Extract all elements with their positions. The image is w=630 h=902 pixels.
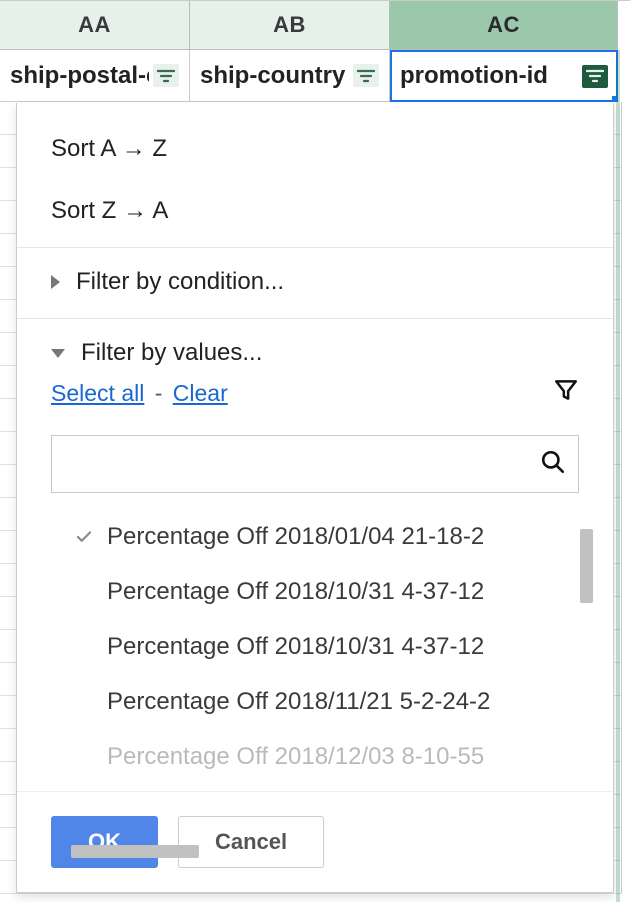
filter-value-label: Percentage Off 2018/10/31 4-37-12 — [107, 578, 484, 606]
filter-value-item[interactable]: Percentage Off 2018/11/21 5-2-24-2 — [71, 674, 593, 729]
vertical-scrollbar-thumb[interactable] — [580, 529, 593, 603]
filter-icon[interactable] — [353, 64, 379, 87]
column-header-ab[interactable]: AB — [190, 1, 390, 50]
sort-asc[interactable]: Sort A → Z — [51, 121, 593, 183]
filter-value-label: Percentage Off 2018/01/04 21-18-2 — [107, 523, 484, 551]
funnel-icon[interactable] — [553, 377, 579, 409]
filter-values-label: Filter by values... — [81, 339, 262, 367]
checkmark-icon — [71, 528, 97, 546]
filter-icon[interactable] — [153, 64, 179, 87]
filter-value-item[interactable]: Percentage Off 2018/10/31 4-37-12 — [71, 564, 593, 619]
filter-value-label: Percentage Off 2018/10/31 4-37-12 — [107, 633, 484, 661]
filter-value-label: Percentage Off 2018/12/03 8-10-55 — [107, 743, 484, 770]
filter-values-list: Percentage Off 2018/01/04 21-18-2 Percen… — [71, 509, 593, 769]
filter-icon-active[interactable] — [582, 65, 608, 88]
cell-aa-header[interactable]: ship-postal-c — [0, 50, 190, 102]
clear-link[interactable]: Clear — [173, 380, 228, 406]
filter-value-item[interactable]: Percentage Off 2018/12/03 8-10-55 — [71, 729, 593, 769]
header-label: promotion-id — [400, 62, 578, 90]
filter-value-item[interactable]: Percentage Off 2018/10/31 4-37-12 — [71, 619, 593, 674]
header-label: ship-postal-c — [10, 62, 149, 90]
filter-by-condition-toggle[interactable]: Filter by condition... — [17, 248, 613, 316]
filter-by-values-toggle[interactable]: Filter by values... — [17, 319, 613, 373]
cell-ac-header[interactable]: promotion-id — [390, 50, 618, 102]
column-selection-edge — [616, 50, 620, 902]
column-header-ac[interactable]: AC — [390, 1, 618, 50]
search-input[interactable] — [64, 451, 540, 477]
header-data-row: ship-postal-c ship-country promotion-id — [0, 50, 630, 102]
filter-dropdown: Sort A → Z Sort Z → A Filter by conditio… — [16, 103, 614, 893]
search-box[interactable] — [51, 435, 579, 493]
chevron-down-icon — [51, 349, 65, 358]
search-icon — [540, 449, 566, 480]
sort-desc[interactable]: Sort Z → A — [51, 183, 593, 245]
horizontal-scrollbar-thumb[interactable] — [71, 845, 199, 858]
separator: - — [155, 380, 163, 406]
column-headers-row: AA AB AC — [0, 0, 630, 50]
filter-value-label: Percentage Off 2018/11/21 5-2-24-2 — [107, 688, 490, 716]
select-all-link[interactable]: Select all — [51, 380, 144, 406]
cancel-button[interactable]: Cancel — [178, 816, 324, 868]
chevron-right-icon — [51, 275, 60, 289]
filter-value-item[interactable]: Percentage Off 2018/01/04 21-18-2 — [71, 509, 593, 564]
header-label: ship-country — [200, 62, 349, 90]
column-header-aa[interactable]: AA — [0, 1, 190, 50]
cell-ab-header[interactable]: ship-country — [190, 50, 390, 102]
filter-condition-label: Filter by condition... — [76, 268, 284, 296]
ok-button[interactable]: OK — [51, 816, 158, 868]
